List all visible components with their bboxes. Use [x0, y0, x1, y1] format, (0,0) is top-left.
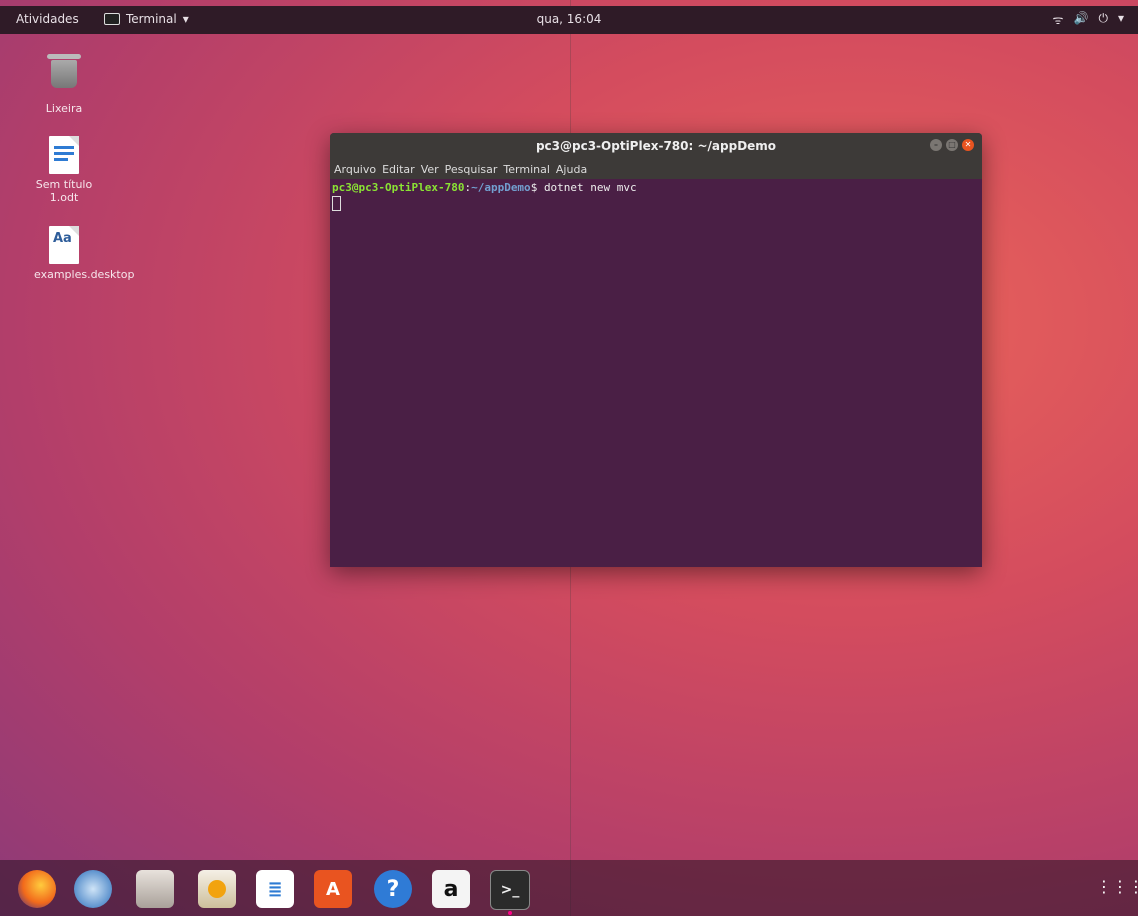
- menu-ajuda[interactable]: Ajuda: [556, 163, 587, 176]
- close-button[interactable]: ✕: [962, 139, 974, 151]
- chevron-down-icon: ▾: [1117, 11, 1124, 25]
- prompt-path: ~/appDemo: [471, 181, 531, 194]
- prompt-line: pc3@pc3-OptiPlex-780:~/appDemo$ dotnet n…: [332, 181, 980, 194]
- amazon-icon[interactable]: a: [432, 870, 470, 908]
- terminal-titlebar[interactable]: pc3@pc3-OptiPlex-780: ~/appDemo – □ ✕: [330, 133, 982, 159]
- prompt-symbol: $: [530, 181, 544, 194]
- desktop-icon-document[interactable]: Sem título 1.odt: [24, 136, 104, 204]
- cursor: [332, 196, 341, 211]
- desktop-icon-label: examples.desktop: [34, 268, 135, 281]
- minimize-button[interactable]: –: [930, 139, 942, 151]
- clock[interactable]: qua, 16:04: [537, 12, 602, 26]
- wifi-icon: ᯤ: [1052, 13, 1064, 27]
- activities-button[interactable]: Atividades: [16, 12, 79, 26]
- terminal-menubar: Arquivo Editar Ver Pesquisar Terminal Aj…: [330, 159, 982, 179]
- help-icon[interactable]: ?: [374, 870, 412, 908]
- rhythmbox-icon[interactable]: [198, 870, 236, 908]
- chevron-down-icon: ▾: [182, 12, 189, 26]
- terminal-launcher-icon[interactable]: >_: [490, 870, 530, 915]
- writer-icon[interactable]: ≣: [256, 870, 294, 908]
- status-area[interactable]: ᯤ 🔊 ⏻ ▾: [1053, 11, 1124, 28]
- menu-ver[interactable]: Ver: [421, 163, 439, 176]
- document-icon: [46, 136, 82, 174]
- text-file-icon: Aa: [46, 226, 82, 264]
- trash-icon: [46, 54, 82, 98]
- show-applications-icon[interactable]: ⋮⋮⋮: [1096, 872, 1138, 902]
- app-menu-label: Terminal: [126, 12, 177, 26]
- software-center-icon[interactable]: A: [314, 870, 352, 908]
- files-icon[interactable]: [136, 870, 174, 908]
- firefox-icon[interactable]: [18, 870, 56, 908]
- menu-editar[interactable]: Editar: [382, 163, 415, 176]
- menu-arquivo[interactable]: Arquivo: [334, 163, 376, 176]
- dock: ≣ A ? a >_ ⋮⋮⋮: [0, 860, 1138, 916]
- desktop-icon-examples[interactable]: Aa examples.desktop: [24, 226, 135, 281]
- terminal-content[interactable]: pc3@pc3-OptiPlex-780:~/appDemo$ dotnet n…: [330, 179, 982, 216]
- thunderbird-icon[interactable]: [74, 870, 112, 908]
- volume-icon: 🔊: [1073, 11, 1089, 25]
- prompt-user: pc3@pc3-OptiPlex-780: [332, 181, 465, 194]
- menu-pesquisar[interactable]: Pesquisar: [445, 163, 498, 176]
- terminal-window[interactable]: pc3@pc3-OptiPlex-780: ~/appDemo – □ ✕ Ar…: [330, 133, 982, 567]
- power-icon: ⏻: [1098, 11, 1108, 25]
- desktop-icon-label: Sem título 1.odt: [35, 178, 93, 204]
- active-indicator: [508, 911, 512, 915]
- command-text: dotnet new mvc: [543, 181, 637, 194]
- maximize-button[interactable]: □: [946, 139, 958, 151]
- top-bar: Atividades Terminal ▾ qua, 16:04 ᯤ 🔊 ⏻ ▾: [0, 6, 1138, 34]
- desktop-icon-label: Lixeira: [45, 102, 83, 115]
- app-menu-button[interactable]: Terminal ▾: [104, 12, 189, 26]
- menu-terminal[interactable]: Terminal: [503, 163, 550, 176]
- desktop-icon-trash[interactable]: Lixeira: [24, 54, 104, 115]
- window-title: pc3@pc3-OptiPlex-780: ~/appDemo: [535, 139, 777, 153]
- terminal-icon: [104, 13, 120, 25]
